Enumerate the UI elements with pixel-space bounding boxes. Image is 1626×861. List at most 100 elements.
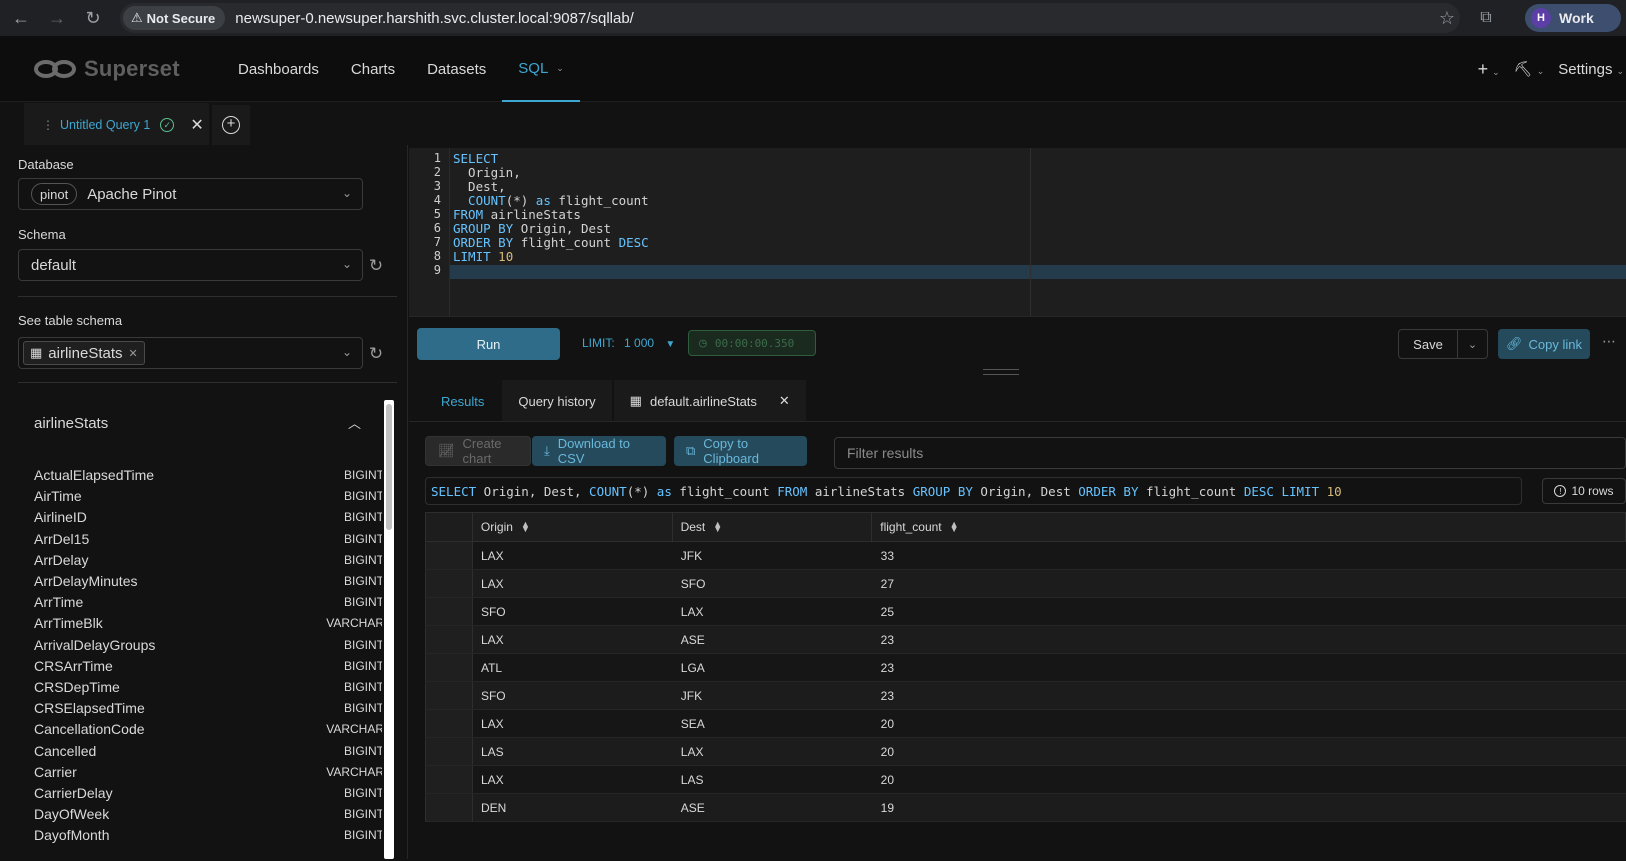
- table-row[interactable]: SFO LAX 25: [425, 598, 1626, 626]
- extensions-icon[interactable]: ⧉: [1474, 6, 1498, 30]
- resize-handle[interactable]: [983, 369, 1019, 375]
- cell-dest[interactable]: SFO: [673, 570, 873, 597]
- table-row[interactable]: LAX JFK 33: [425, 542, 1626, 570]
- forward-icon[interactable]: →: [42, 3, 72, 33]
- profile-button[interactable]: H Work: [1525, 4, 1621, 32]
- cell-dest[interactable]: JFK: [673, 682, 873, 709]
- tab-table-preview[interactable]: ▦ default.airlineStats ✕: [613, 380, 806, 422]
- tab-query-history[interactable]: Query history: [502, 380, 612, 422]
- drag-handle-icon[interactable]: ⋮: [42, 118, 54, 132]
- cell-origin[interactable]: ATL: [473, 654, 673, 681]
- table-row[interactable]: DEN ASE 19: [425, 794, 1626, 822]
- create-chart-button[interactable]: 📈︎ Create chart: [425, 436, 531, 466]
- column-header-flight-count[interactable]: flight_count ▲ ▼: [872, 513, 1625, 541]
- cell-dest[interactable]: LAS: [673, 766, 873, 793]
- cell-flight-count[interactable]: 19: [873, 794, 1626, 821]
- column-header-origin[interactable]: Origin ▲ ▼: [473, 513, 673, 541]
- column-item[interactable]: CRSArrTime BIGINT: [34, 655, 382, 677]
- reload-icon[interactable]: ↻: [78, 3, 108, 33]
- column-item[interactable]: ArrivalDelayGroups BIGINT: [34, 634, 382, 656]
- column-item[interactable]: ArrTimeBlk VARCHAR: [34, 612, 382, 634]
- security-indicator[interactable]: ⚠ Not Secure: [123, 6, 226, 30]
- column-item[interactable]: Cancelled BIGINT: [34, 740, 382, 762]
- nav-datasets[interactable]: Datasets: [411, 36, 502, 102]
- cell-origin[interactable]: SFO: [473, 598, 673, 625]
- cell-flight-count[interactable]: 23: [873, 654, 1626, 681]
- column-item[interactable]: CRSElapsedTime BIGINT: [34, 697, 382, 719]
- cell-flight-count[interactable]: 25: [873, 598, 1626, 625]
- tab-results[interactable]: Results: [425, 380, 501, 422]
- cell-flight-count[interactable]: 33: [873, 542, 1626, 569]
- nav-sql[interactable]: SQL ⌄: [502, 36, 580, 102]
- column-item[interactable]: DayofMonth BIGINT: [34, 824, 382, 846]
- column-header-dest[interactable]: Dest ▲ ▼: [673, 513, 873, 541]
- table-row[interactable]: LAS LAX 20: [425, 738, 1626, 766]
- sql-editor[interactable]: 123456789 SELECT Origin, Dest, COUNT(*) …: [409, 148, 1626, 316]
- column-item[interactable]: DayOfWeek BIGINT: [34, 803, 382, 825]
- back-icon[interactable]: ←: [6, 3, 36, 33]
- cell-origin[interactable]: SFO: [473, 682, 673, 709]
- cell-flight-count[interactable]: 20: [873, 766, 1626, 793]
- nav-charts[interactable]: Charts: [335, 36, 411, 102]
- cell-dest[interactable]: ASE: [673, 794, 873, 821]
- cell-dest[interactable]: JFK: [673, 542, 873, 569]
- table-row[interactable]: ATL LGA 23: [425, 654, 1626, 682]
- schema-select[interactable]: default ⌄: [18, 249, 363, 281]
- column-item[interactable]: ArrTime BIGINT: [34, 591, 382, 613]
- cell-flight-count[interactable]: 27: [873, 570, 1626, 597]
- close-tab-icon[interactable]: ✕: [779, 393, 790, 409]
- table-row[interactable]: LAX SFO 27: [425, 570, 1626, 598]
- add-query-tab-button[interactable]: +: [212, 105, 250, 145]
- address-bar[interactable]: ⚠ Not Secure newsuper-0.newsuper.harshit…: [120, 3, 1460, 33]
- nav-dashboards[interactable]: Dashboards: [222, 36, 335, 102]
- cell-origin[interactable]: LAS: [473, 738, 673, 765]
- cell-dest[interactable]: LAX: [673, 598, 873, 625]
- filter-results-input[interactable]: [834, 437, 1626, 469]
- download-csv-button[interactable]: ⤓ Download to CSV: [532, 436, 666, 466]
- run-button[interactable]: Run: [417, 328, 560, 360]
- save-dropdown-button[interactable]: ⌄: [1458, 329, 1488, 359]
- cell-origin[interactable]: LAX: [473, 570, 673, 597]
- schema-scrollbar[interactable]: [384, 400, 394, 859]
- column-item[interactable]: AirlineID BIGINT: [34, 506, 382, 528]
- table-row[interactable]: LAX LAS 20: [425, 766, 1626, 794]
- refresh-schema-icon[interactable]: ↻: [366, 256, 386, 276]
- table-select[interactable]: ▦ airlineStats ✕ ⌄: [18, 337, 363, 369]
- cell-origin[interactable]: LAX: [473, 542, 673, 569]
- sort-icon[interactable]: ▲ ▼: [950, 520, 959, 534]
- scrollbar-thumb[interactable]: [386, 404, 392, 530]
- more-options-icon[interactable]: ⋯: [1602, 333, 1616, 350]
- sort-icon[interactable]: ▲ ▼: [713, 520, 722, 534]
- column-item[interactable]: AirTime BIGINT: [34, 485, 382, 507]
- save-button[interactable]: Save: [1398, 329, 1458, 359]
- column-item[interactable]: CRSDepTime BIGINT: [34, 676, 382, 698]
- cell-origin[interactable]: LAX: [473, 710, 673, 737]
- cell-flight-count[interactable]: 20: [873, 738, 1626, 765]
- table-row[interactable]: LAX SEA 20: [425, 710, 1626, 738]
- column-item[interactable]: ArrDelayMinutes BIGINT: [34, 570, 382, 592]
- copy-link-button[interactable]: 🔗︎ Copy link: [1498, 329, 1590, 359]
- cell-origin[interactable]: LAX: [473, 626, 673, 653]
- limit-dropdown[interactable]: LIMIT: 1 000 ▼: [582, 336, 675, 350]
- cell-flight-count[interactable]: 23: [873, 682, 1626, 709]
- column-item[interactable]: Carrier VARCHAR: [34, 761, 382, 783]
- database-select[interactable]: pinot Apache Pinot ⌄: [18, 178, 363, 210]
- refresh-tables-icon[interactable]: ↻: [366, 344, 386, 364]
- sort-icon[interactable]: ▲ ▼: [521, 520, 530, 534]
- copy-clipboard-button[interactable]: ⧉ Copy to Clipboard: [674, 436, 807, 466]
- collapse-icon[interactable]: ︿: [348, 413, 361, 432]
- column-item[interactable]: CancellationCode VARCHAR: [34, 718, 382, 740]
- new-menu[interactable]: + ⌄: [1478, 59, 1500, 80]
- column-item[interactable]: ArrDelay BIGINT: [34, 549, 382, 571]
- close-tab-icon[interactable]: ✕: [190, 115, 203, 135]
- url-text[interactable]: newsuper-0.newsuper.harshith.svc.cluster…: [235, 10, 634, 27]
- cell-dest[interactable]: ASE: [673, 626, 873, 653]
- settings-menu[interactable]: Settings ⌄: [1558, 61, 1624, 78]
- cell-dest[interactable]: LGA: [673, 654, 873, 681]
- cell-flight-count[interactable]: 20: [873, 710, 1626, 737]
- column-item[interactable]: CarrierDelay BIGINT: [34, 782, 382, 804]
- cell-origin[interactable]: DEN: [473, 794, 673, 821]
- cell-origin[interactable]: LAX: [473, 766, 673, 793]
- theme-menu[interactable]: ⛏ ⌄: [1514, 60, 1545, 78]
- executed-sql-preview[interactable]: SELECT Origin, Dest, COUNT (*) as flight_…: [425, 477, 1522, 505]
